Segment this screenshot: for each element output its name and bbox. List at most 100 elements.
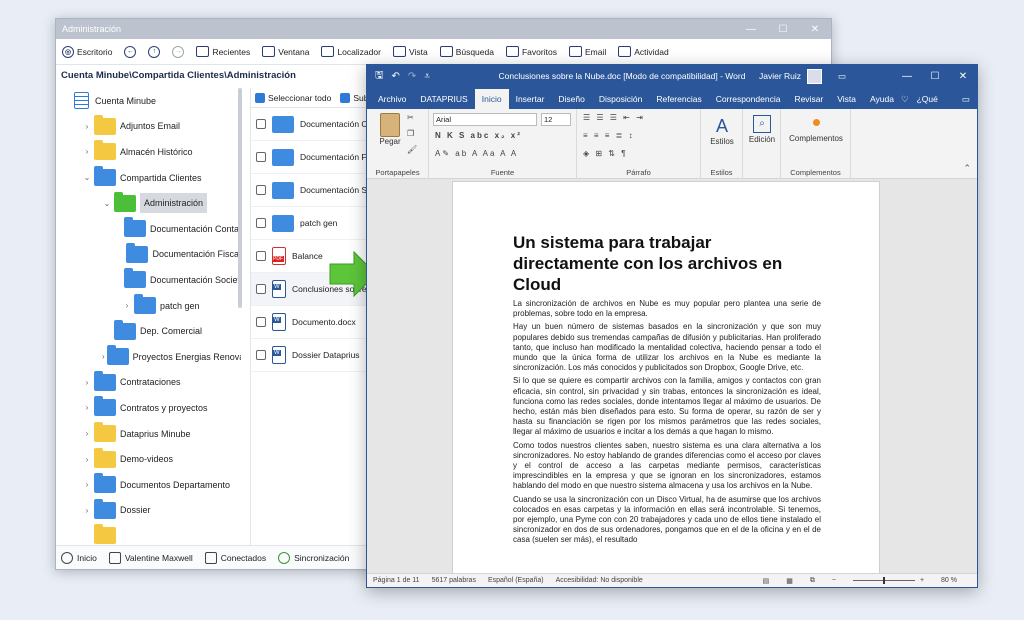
tree-item[interactable]: › Demo-videos: [56, 446, 241, 472]
status-sync[interactable]: Sincronización: [278, 551, 349, 564]
toolbar-recientes-button[interactable]: Recientes: [196, 46, 250, 57]
user-name[interactable]: Javier Ruiz: [759, 71, 801, 81]
comments-icon[interactable]: ▭: [962, 89, 970, 109]
close-icon[interactable]: ✕: [799, 24, 831, 35]
file-checkbox[interactable]: [256, 251, 266, 261]
zoom-out-icon[interactable]: −: [832, 577, 836, 584]
tab-correspondencia[interactable]: Correspondencia: [709, 89, 788, 109]
tree-item[interactable]: › Adjuntos Email: [56, 114, 241, 140]
subfolders-checkbox[interactable]: [340, 92, 351, 103]
accessibility-status[interactable]: Accesibilidad: No disponible: [556, 577, 643, 584]
chevron-icon[interactable]: ⌄: [102, 199, 112, 208]
tree-scrollbar[interactable]: [238, 88, 242, 308]
font-color-icons[interactable]: A✎ ab A Aa A A: [435, 149, 518, 158]
file-checkbox[interactable]: [256, 218, 266, 228]
toolbar-bsqueda-button[interactable]: Búsqueda: [439, 46, 494, 57]
tree-item[interactable]: › Dossier: [56, 498, 241, 524]
tree-item[interactable]: Documentación Societaria: [56, 267, 241, 293]
tree-item[interactable]: › Documentos Departamento: [56, 472, 241, 498]
status-user[interactable]: Valentine Maxwell: [108, 551, 193, 564]
word-count[interactable]: 5617 palabras: [432, 577, 476, 584]
chevron-icon[interactable]: ›: [82, 403, 92, 412]
toolbar-localizador-button[interactable]: Localizador: [321, 46, 381, 57]
chevron-icon[interactable]: ›: [82, 147, 92, 156]
tab-inicio[interactable]: Inicio: [474, 89, 509, 109]
zoom-level[interactable]: 80 %: [941, 577, 957, 584]
tree-item[interactable]: › Almacén Histórico: [56, 139, 241, 165]
cut-icon[interactable]: ✂: [407, 113, 416, 122]
tab-ayuda[interactable]: Ayuda: [863, 89, 901, 109]
avatar[interactable]: [807, 68, 823, 84]
zoom-in-icon[interactable]: +: [920, 577, 924, 584]
tree-item[interactable]: Documentación Fiscal: [56, 242, 241, 268]
shading-icons[interactable]: ◈ ⊞ ⇅ ¶: [583, 149, 628, 158]
file-row[interactable]: Documentación Contable: [251, 108, 370, 141]
tree-item[interactable]: › Proyectos Energias Renovables: [56, 344, 241, 370]
language-indicator[interactable]: Español (España): [488, 577, 544, 584]
select-all-label[interactable]: Seleccionar todo: [268, 93, 331, 103]
file-checkbox[interactable]: [256, 317, 266, 327]
toolbar-ventana-button[interactable]: Ventana: [262, 46, 309, 57]
maximize-icon[interactable]: ☐: [921, 71, 949, 82]
font-size-select[interactable]: 12: [541, 113, 571, 126]
chevron-icon[interactable]: ›: [82, 455, 92, 464]
editing-button[interactable]: ⌕ Edición: [745, 115, 779, 144]
tab-vista[interactable]: Vista: [830, 89, 863, 109]
addins-button[interactable]: Complementos: [783, 115, 849, 143]
file-checkbox[interactable]: [256, 350, 266, 360]
toolbar-vista-button[interactable]: Vista: [392, 46, 428, 57]
tab-referencias[interactable]: Referencias: [649, 89, 708, 109]
tree-item[interactable]: Documentación Contable: [56, 216, 241, 242]
toolbar-escritorio-button[interactable]: ◎ Escritorio: [62, 45, 112, 58]
close-icon[interactable]: ✕: [949, 71, 977, 82]
chevron-icon[interactable]: ›: [102, 352, 105, 361]
select-all-checkbox[interactable]: [255, 92, 265, 103]
document-page[interactable]: Un sistema para trabajar directamente co…: [452, 181, 880, 577]
file-checkbox[interactable]: [256, 284, 266, 294]
file-checkbox[interactable]: [256, 185, 266, 195]
toolbar-favoritos-button[interactable]: Favoritos: [505, 46, 557, 57]
chevron-icon[interactable]: ›: [82, 122, 92, 131]
tree-item[interactable]: Dep. Comercial: [56, 318, 241, 344]
redo-icon[interactable]: ↷: [408, 71, 416, 82]
copy-icon[interactable]: ❐: [407, 129, 416, 138]
undo-icon[interactable]: ↶: [392, 71, 400, 82]
tab-dataprius[interactable]: DATAPRIUS: [413, 89, 474, 109]
toolbar-forward-button[interactable]: →: [172, 45, 185, 58]
chevron-icon[interactable]: ›: [82, 429, 92, 438]
file-row[interactable]: patch gen: [251, 207, 370, 240]
file-row[interactable]: Documento.docx: [251, 306, 370, 339]
tell-me-input[interactable]: ¿Qué des: [917, 89, 938, 124]
tab-disposición[interactable]: Disposición: [592, 89, 649, 109]
format-painter-icon[interactable]: 🖌: [407, 145, 419, 154]
zoom-slider[interactable]: [852, 577, 915, 584]
file-checkbox[interactable]: [256, 152, 266, 162]
tab-archivo[interactable]: Archivo: [371, 89, 413, 109]
file-checkbox[interactable]: [256, 119, 266, 129]
font-format-icons[interactable]: N K S abc x₂ x²: [435, 131, 522, 140]
list-icons[interactable]: ☰ ☰ ☰ ⇤ ⇥: [583, 113, 645, 122]
minimize-icon[interactable]: —: [735, 24, 767, 35]
tree-item[interactable]: ⌄ Compartida Clientes: [56, 165, 241, 191]
chevron-icon[interactable]: ⌄: [82, 173, 92, 182]
web-layout-icon[interactable]: ⧉: [810, 577, 815, 585]
toolbar-actividad-button[interactable]: Actividad: [618, 46, 669, 57]
tab-revisar[interactable]: Revisar: [787, 89, 830, 109]
customize-qa-icon[interactable]: ⩡: [424, 71, 430, 82]
tab-diseño[interactable]: Diseño: [551, 89, 591, 109]
toolbar-up-button[interactable]: ↑: [148, 45, 161, 58]
tree-item[interactable]: Cuenta Minube: [56, 88, 241, 114]
chevron-icon[interactable]: ›: [82, 506, 92, 515]
chevron-icon[interactable]: ›: [82, 378, 92, 387]
file-row[interactable]: Documentación Fiscal: [251, 141, 370, 174]
chevron-icon[interactable]: ›: [122, 301, 132, 310]
read-mode-icon[interactable]: ▤: [763, 577, 770, 585]
align-icons[interactable]: ≡ ≡ ≡ ≣ ↕: [583, 131, 635, 140]
tree-item[interactable]: ⌄ Administración: [56, 190, 241, 216]
chevron-icon[interactable]: ›: [82, 480, 92, 489]
styles-button[interactable]: A Estilos: [705, 115, 739, 146]
print-layout-icon[interactable]: ▦: [786, 577, 793, 585]
save-icon[interactable]: 🖫: [375, 68, 384, 85]
ribbon-display-icon[interactable]: ▭: [838, 71, 846, 82]
tree-item[interactable]: › Contratos y proyectos: [56, 395, 241, 421]
